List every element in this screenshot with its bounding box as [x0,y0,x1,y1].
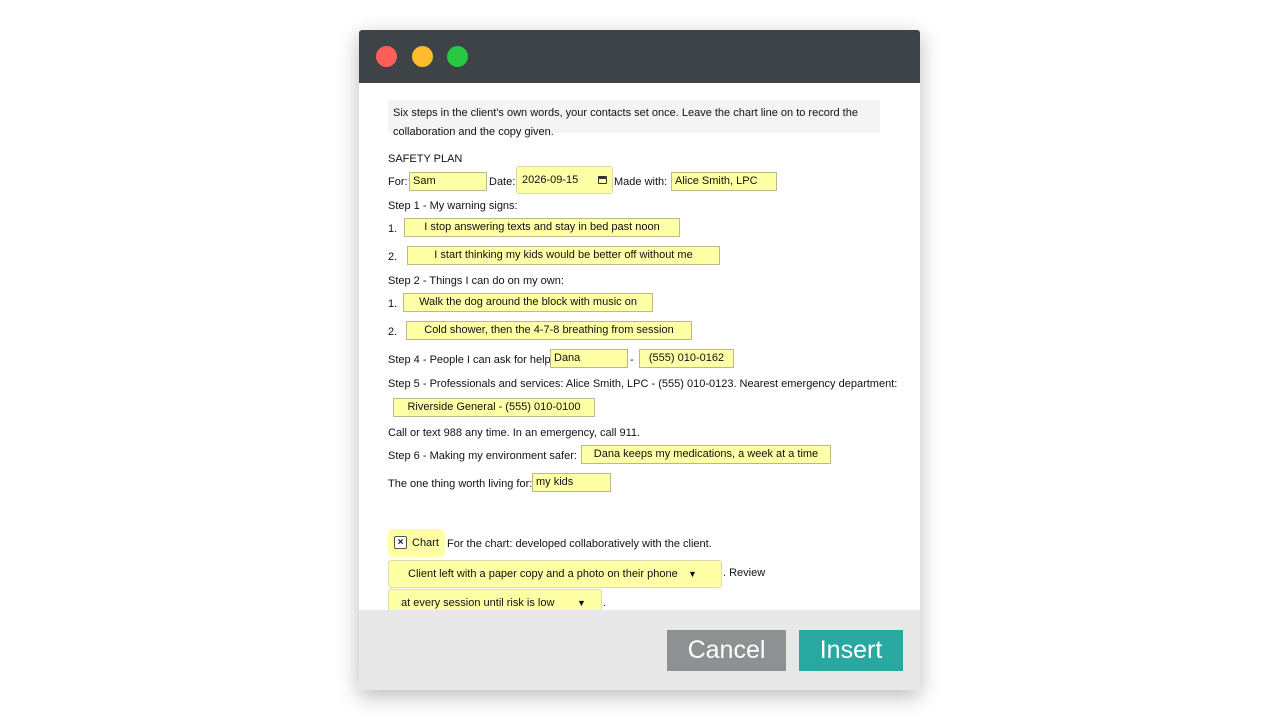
calendar-icon[interactable] [598,176,607,184]
plan-heading: SAFETY PLAN [388,153,463,165]
step2-item-number: 1. [388,298,398,310]
date-value: 2026-09-15 [522,174,579,186]
safer-environment-field[interactable]: Dana keeps my medications, a week at a t… [581,445,831,464]
zoom-window-button[interactable] [447,46,468,67]
chart-checkbox[interactable]: × Chart [388,529,445,557]
crisis-line-text: Call or text 988 any time. In an emergen… [388,427,641,439]
dialog-footer: Cancel Insert [359,610,920,690]
client-name-field[interactable]: Sam [409,172,487,191]
reason-for-living-field[interactable]: my kids [532,473,611,492]
cancel-button[interactable]: Cancel [667,630,786,671]
step1-item-number: 1. [388,223,398,235]
step2-label: Step 2 - Things I can do on my own: [388,275,564,287]
date-label: Date: [489,176,516,188]
minimize-window-button[interactable] [412,46,433,67]
step5-text: Step 5 - Professionals and services: Ali… [388,378,898,390]
coping-strategy-2-field[interactable]: Cold shower, then the 4-7-8 breathing fr… [406,321,692,340]
warning-sign-2-field[interactable]: I start thinking my kids would be better… [407,246,720,265]
dialog-window: Six steps in the client's own words, you… [359,30,920,690]
coping-strategy-1-field[interactable]: Walk the dog around the block with music… [403,293,653,312]
step1-item-number: 2. [388,251,398,263]
date-field[interactable]: 2026-09-15 [516,166,613,194]
step6-label: Step 6 - Making my environment safer: [388,450,577,462]
insert-button[interactable]: Insert [799,630,903,671]
emergency-department-field[interactable]: Riverside General - (555) 010-0100 [393,398,595,417]
warning-sign-1-field[interactable]: I stop answering texts and stay in bed p… [404,218,680,237]
title-bar [359,30,920,83]
close-window-button[interactable] [376,46,397,67]
step1-label: Step 1 - My warning signs: [388,200,518,212]
step2-item-number: 2. [388,326,398,338]
dropdown-arrow-icon: ▼ [688,569,697,579]
instruction-note: Six steps in the client's own words, you… [388,100,880,138]
made-with-label: Made with: [614,176,668,188]
step4-label: Step 4 - People I can ask for help: [388,354,554,366]
step4-dash: - [630,354,634,366]
copy-given-selected-value: Client left with a paper copy and a phot… [408,568,678,580]
dialog-content: Six steps in the client's own words, you… [359,83,920,617]
made-with-field[interactable]: Alice Smith, LPC [671,172,777,191]
chart-checkbox-label: Chart [412,537,439,549]
support-person-name-field[interactable]: Dana [550,349,628,368]
chart-statement: For the chart: developed collaboratively… [447,538,712,550]
for-label: For: [388,176,408,188]
checkbox-checked-icon: × [394,536,407,549]
review-label: . Review [723,567,766,579]
reason-for-living-label: The one thing worth living for: [388,478,533,490]
end-period: . [603,597,607,609]
support-person-phone-field[interactable]: (555) 010-0162 [639,349,734,368]
copy-given-select[interactable]: Client left with a paper copy and a phot… [388,560,722,588]
